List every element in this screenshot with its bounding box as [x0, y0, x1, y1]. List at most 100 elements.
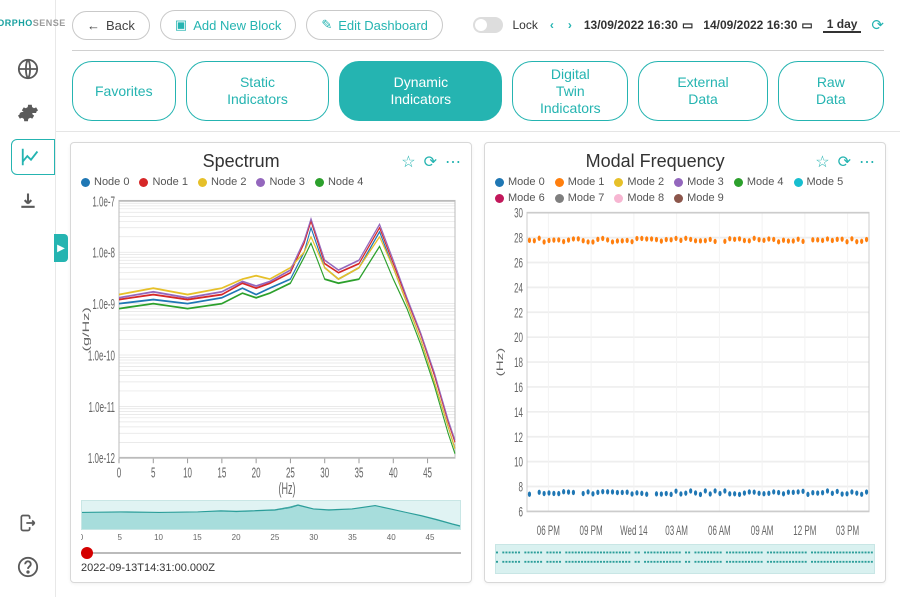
legend-item[interactable]: Node 2	[198, 176, 246, 188]
svg-text:28: 28	[514, 232, 523, 247]
svg-text:40: 40	[389, 466, 398, 482]
legend-item[interactable]: Mode 0	[495, 176, 545, 188]
download-icon[interactable]	[10, 183, 46, 219]
modal-minimap[interactable]	[495, 544, 875, 574]
star-icon[interactable]: ☆	[815, 152, 829, 172]
back-button[interactable]: ← Back	[72, 11, 150, 40]
date-next-button[interactable]: ›	[566, 18, 574, 32]
svg-text:22: 22	[514, 307, 523, 322]
card-spectrum: Spectrum ☆ ⟳ ⋯ Node 0Node 1Node 2Node 3N…	[70, 142, 472, 583]
svg-text:15: 15	[193, 533, 202, 542]
svg-text:25: 25	[270, 533, 279, 542]
arrow-left-icon: ←	[87, 18, 100, 33]
legend-item[interactable]: Mode 7	[555, 192, 605, 204]
slider-thumb[interactable]	[81, 547, 93, 559]
svg-text:06 AM: 06 AM	[708, 524, 731, 539]
svg-text:1.0e-12: 1.0e-12	[88, 451, 115, 467]
legend-item[interactable]: Mode 9	[674, 192, 724, 204]
svg-text:10: 10	[183, 466, 192, 482]
svg-text:26: 26	[514, 257, 523, 272]
plus-block-icon: ▣	[175, 17, 187, 33]
legend-item[interactable]: Mode 6	[495, 192, 545, 204]
svg-text:8: 8	[519, 481, 523, 496]
date-to-input[interactable]: 14/09/2022 16:30 ▭	[703, 18, 812, 32]
refresh-icon[interactable]: ⟳	[838, 152, 851, 172]
svg-text:0: 0	[117, 466, 122, 482]
svg-text:09 PM: 09 PM	[580, 524, 603, 539]
tab-digital-twin-indicators[interactable]: Digital TwinIndicators	[512, 61, 628, 121]
help-icon[interactable]	[10, 549, 46, 585]
svg-text:15: 15	[217, 466, 226, 482]
refresh-icon[interactable]: ⟳	[871, 16, 884, 34]
refresh-icon[interactable]: ⟳	[424, 152, 437, 172]
svg-text:06 PM: 06 PM	[537, 524, 560, 539]
main: ← Back ▣ Add New Block ✎ Edit Dashboard …	[56, 0, 900, 597]
legend-item[interactable]: Mode 4	[734, 176, 784, 188]
date-from-input[interactable]: 13/09/2022 16:30 ▭	[584, 18, 693, 32]
spectrum-legend: Node 0 Node 1 Node 2 Node 3 Node 4	[81, 176, 461, 188]
svg-text:1.0e-9: 1.0e-9	[92, 297, 115, 313]
edit-icon: ✎	[321, 17, 332, 33]
svg-text:6: 6	[519, 506, 523, 521]
svg-text:10: 10	[514, 456, 523, 471]
timestamp-label: 2022-09-13T14:31:00.000Z	[81, 562, 461, 574]
svg-text:20: 20	[252, 466, 261, 482]
chart-icon[interactable]	[11, 139, 55, 175]
legend-item[interactable]: Node 1	[139, 176, 187, 188]
tab-bar: FavoritesStatic IndicatorsDynamic Indica…	[56, 57, 900, 132]
globe-icon[interactable]	[10, 51, 46, 87]
sidebar: MORPHOSENSE ▶	[0, 0, 56, 597]
svg-text:(Hz): (Hz)	[279, 480, 296, 498]
svg-text:45: 45	[423, 466, 432, 482]
tab-dynamic-indicators[interactable]: Dynamic Indicators	[339, 61, 502, 121]
svg-text:5: 5	[151, 466, 156, 482]
svg-text:(Hz): (Hz)	[495, 348, 505, 377]
star-icon[interactable]: ☆	[401, 152, 415, 172]
modal-chart[interactable]: 30282624222018161412108606 PM09 PMWed 14…	[495, 206, 875, 542]
lock-toggle[interactable]	[473, 17, 503, 33]
svg-text:0: 0	[81, 533, 84, 542]
range-select[interactable]: 1 day	[823, 17, 862, 33]
svg-text:20: 20	[514, 332, 523, 347]
legend-item[interactable]: Mode 1	[555, 176, 605, 188]
toolbar: ← Back ▣ Add New Block ✎ Edit Dashboard …	[56, 0, 900, 50]
legend-item[interactable]: Mode 2	[614, 176, 664, 188]
expand-sidebar-handle[interactable]: ▶	[54, 234, 68, 262]
svg-text:Wed 14: Wed 14	[620, 524, 647, 539]
time-slider[interactable]	[81, 546, 461, 560]
legend-item[interactable]: Node 3	[256, 176, 304, 188]
tab-external-data[interactable]: External Data	[638, 61, 767, 121]
legend-item[interactable]: Node 0	[81, 176, 129, 188]
legend-item[interactable]: Node 4	[315, 176, 363, 188]
svg-text:5: 5	[118, 533, 123, 542]
card-modal-frequency: Modal Frequency ☆ ⟳ ⋯ Mode 0Mode 1Mode 2…	[484, 142, 886, 583]
toolbar-right: Lock ‹ › 13/09/2022 16:30 ▭ 14/09/2022 1…	[473, 16, 885, 34]
legend-item[interactable]: Mode 3	[674, 176, 724, 188]
gear-icon[interactable]	[10, 95, 46, 131]
svg-text:18: 18	[514, 357, 523, 372]
tab-favorites[interactable]: Favorites	[72, 61, 176, 121]
date-prev-button[interactable]: ‹	[548, 18, 556, 32]
add-block-button[interactable]: ▣ Add New Block	[160, 10, 296, 40]
svg-text:20: 20	[232, 533, 241, 542]
divider	[72, 50, 884, 51]
legend-item[interactable]: Mode 8	[614, 192, 664, 204]
tab-static-indicators[interactable]: Static Indicators	[186, 61, 330, 121]
spectrum-chart[interactable]: 1.0e-71.0e-81.0e-91.0e-101.0e-111.0e-120…	[81, 190, 461, 498]
svg-text:(g/Hz): (g/Hz)	[81, 308, 91, 352]
legend-item[interactable]: Mode 5	[794, 176, 844, 188]
svg-text:03 AM: 03 AM	[665, 524, 688, 539]
more-icon[interactable]: ⋯	[859, 152, 875, 172]
lock-label: Lock	[513, 18, 538, 32]
more-icon[interactable]: ⋯	[445, 152, 461, 172]
edit-dashboard-button[interactable]: ✎ Edit Dashboard	[306, 10, 443, 40]
brand-logo: MORPHOSENSE	[0, 18, 66, 29]
card-title: Spectrum	[81, 151, 401, 172]
svg-text:12: 12	[514, 431, 523, 446]
svg-text:1.0e-10: 1.0e-10	[88, 348, 115, 364]
spectrum-minimap[interactable]	[81, 500, 461, 530]
tab-raw-data[interactable]: Raw Data	[778, 61, 884, 121]
logout-icon[interactable]	[10, 505, 46, 541]
svg-text:1.0e-8: 1.0e-8	[92, 246, 115, 262]
svg-text:24: 24	[514, 282, 523, 297]
